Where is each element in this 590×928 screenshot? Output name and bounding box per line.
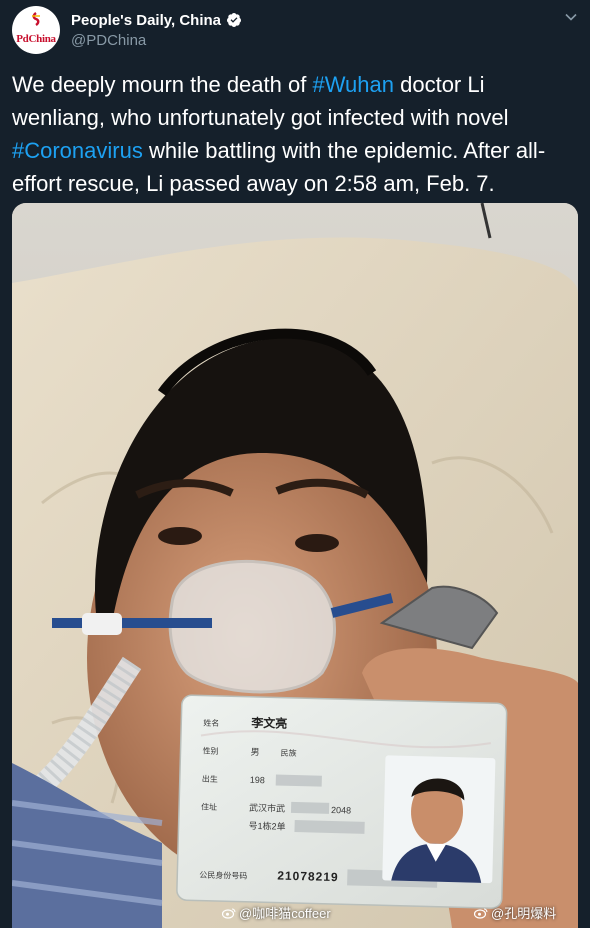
id-card-address: 武汉市武 [249,802,285,814]
watermark-text: @咖啡猫coffeer [239,906,331,921]
watermark-text: @孔明爆料 [491,906,557,921]
weibo-icon [222,907,236,919]
id-number: 21078219 [277,869,339,885]
svg-text:出生: 出生 [202,774,218,784]
avatar-logo-text: PdChina [16,33,56,45]
svg-text:姓名: 姓名 [203,718,219,728]
chevron-down-icon[interactable] [564,10,578,24]
id-card-address-tail: 2048 [331,805,351,816]
id-card-sex: 男 [250,747,259,757]
handle[interactable]: @PDChina [71,32,242,49]
svg-text:性别: 性别 [202,746,218,756]
hashtag-wuhan-link[interactable]: #Wuhan [312,72,394,97]
photo-illustration: 姓名 李文亮 性别 男 民族 出生 198 住址 武汉市武 2048 号1栋2单… [12,203,578,928]
svg-text:民族: 民族 [280,748,296,758]
id-card-name: 李文亮 [250,715,287,731]
id-number-label: 公民身份号码 [199,870,247,881]
watermark-coffeer: @咖啡猫coffeer [222,903,331,922]
watermark-kongming: @孔明爆料 [474,903,556,922]
display-name[interactable]: People's Daily, China [71,12,221,29]
watermarks: @咖啡猫coffeer @孔明爆料 [12,902,578,922]
tweet-header: PdChina People's Daily, China @PDChina [0,0,590,62]
tweet-text-segment: We deeply mourn the death of [12,72,313,97]
id-card-address-line2: 号1栋2单 [248,820,285,832]
verified-badge-icon [226,13,241,27]
id-card: 姓名 李文亮 性别 男 民族 出生 198 住址 武汉市武 2048 号1栋2单… [176,694,508,909]
avatar[interactable]: PdChina [12,6,60,54]
id-card-birth: 198 [250,775,265,785]
pdchina-logo-icon [32,12,40,26]
weibo-icon [474,907,488,919]
hashtag-coronavirus-link[interactable]: #Coronavirus [12,138,143,163]
tweet-photo[interactable]: 姓名 李文亮 性别 男 民族 出生 198 住址 武汉市武 2048 号1栋2单… [12,203,578,928]
svg-text:住址: 住址 [201,802,217,812]
tweet-text: We deeply mourn the death of #Wuhan doct… [12,68,578,200]
author-block: People's Daily, China @PDChina [71,10,242,49]
